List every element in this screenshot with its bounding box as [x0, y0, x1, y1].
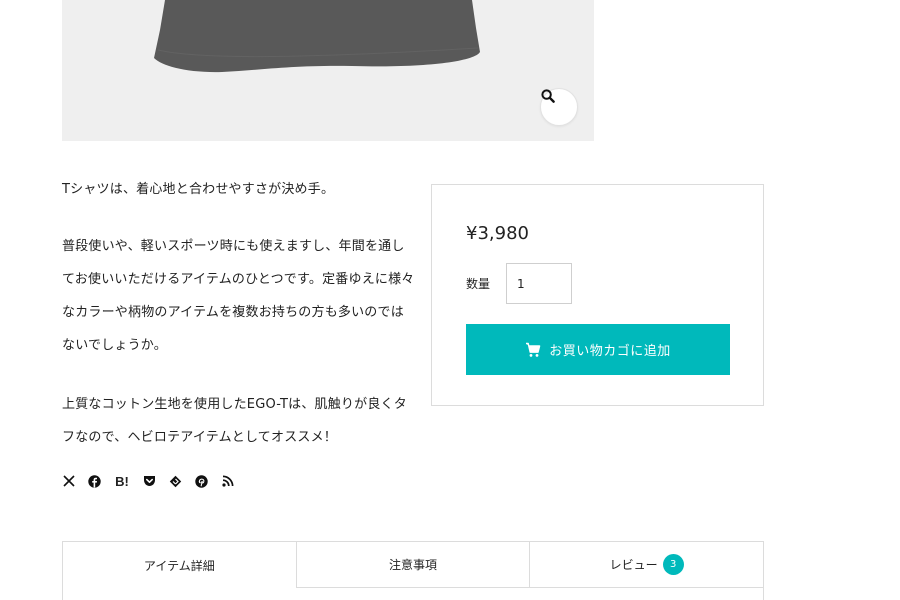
pocket-icon[interactable] [143, 473, 156, 489]
review-count-badge: 3 [662, 554, 684, 575]
feedly-icon[interactable] [169, 473, 182, 489]
description-paragraph: 上質なコットン生地を使用したEGO-Tは、肌触りが良くタフなので、ヘビロテアイテ… [62, 397, 407, 445]
product-description: Tシャツは、着心地と合わせやすさが決め手。 普段使いや、軽いスポーツ時にも使えま… [62, 176, 417, 454]
cart-icon [526, 342, 541, 357]
product-tabs: アイテム詳細 注意事項 レビュー 3 [62, 541, 764, 600]
tab-reviews[interactable]: レビュー 3 [529, 542, 764, 588]
quantity-label: 数量 [466, 277, 491, 291]
pinterest-icon[interactable] [195, 473, 208, 489]
add-to-cart-button[interactable]: お買い物カゴに追加 [466, 324, 730, 375]
share-bar: B! [62, 473, 234, 489]
hatena-bookmark-icon[interactable]: B! [114, 473, 130, 489]
description-paragraph: 普段使いや、軽いスポーツ時にも使えますし、年間を通してお使いいただけるアイテムの… [62, 239, 415, 353]
tab-label: レビュー [609, 558, 658, 572]
tab-label: アイテム詳細 [143, 558, 215, 573]
product-image [62, 0, 594, 141]
facebook-icon[interactable] [88, 473, 101, 489]
product-price: ¥3,980 [466, 223, 529, 244]
quantity-input[interactable] [506, 263, 572, 304]
description-paragraph: Tシャツは、着心地と合わせやすさが決め手。 [62, 182, 335, 197]
magnifier-icon [541, 89, 555, 103]
x-icon[interactable] [62, 473, 75, 489]
rss-icon[interactable] [221, 473, 234, 489]
purchase-box: ¥3,980 数量 お買い物カゴに追加 [431, 184, 764, 406]
tab-notes[interactable]: 注意事項 [295, 542, 530, 588]
tab-item-details[interactable]: アイテム詳細 [63, 542, 296, 588]
add-to-cart-label: お買い物カゴに追加 [549, 344, 671, 359]
tab-label: 注意事項 [389, 558, 438, 572]
tshirt-image [154, 0, 480, 73]
zoom-button[interactable] [540, 88, 578, 126]
